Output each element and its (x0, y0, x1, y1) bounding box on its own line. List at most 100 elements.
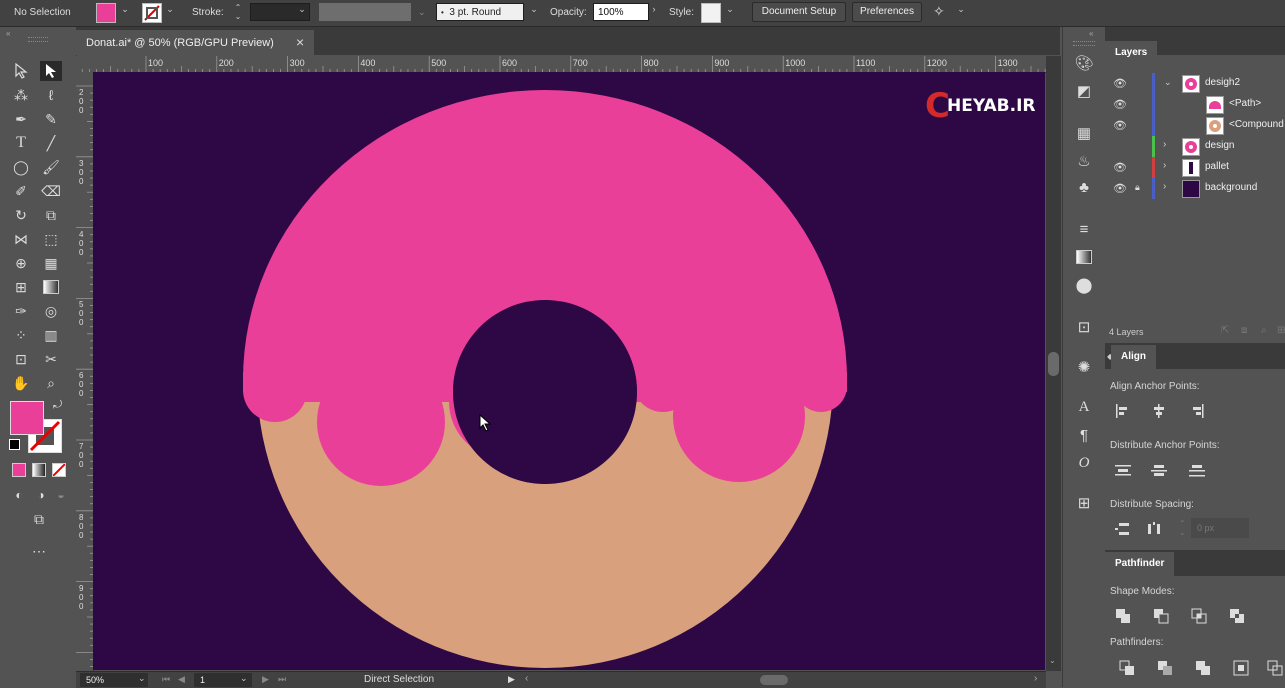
collapse-toggle-icon[interactable]: › (1163, 160, 1166, 171)
width-tool-icon[interactable]: ⋈ (10, 229, 32, 249)
brushes-panel-icon[interactable]: ♨ (1073, 151, 1095, 171)
lock-icon[interactable]: 🔒︎ (1135, 182, 1140, 193)
swap-fill-stroke-icon[interactable]: ⤾ (53, 399, 62, 412)
brush-dropdown-icon[interactable]: ⌄ (530, 5, 538, 14)
intersect-icon[interactable] (1189, 607, 1209, 625)
strip-grip[interactable] (1073, 41, 1095, 46)
visibility-eye-icon[interactable]: 👁︎ (1113, 77, 1127, 90)
close-tab-icon[interactable]: × (296, 34, 304, 50)
scrollbar-thumb[interactable] (1048, 352, 1059, 376)
zoom-tool-icon[interactable]: ⌕ (40, 373, 62, 393)
opentype-panel-icon[interactable]: O (1073, 453, 1095, 473)
collect-icon[interactable]: ⧈ (1241, 325, 1247, 336)
new-layer-icon[interactable]: ⊞ (1277, 325, 1285, 336)
symbols-panel-icon[interactable]: ♣ (1073, 177, 1095, 197)
crop-icon[interactable] (1231, 659, 1251, 677)
draw-normal-icon[interactable]: ◐ (8, 485, 30, 505)
align-center-icon[interactable] (1149, 402, 1169, 420)
visibility-eye-icon[interactable]: 👁︎ (1113, 182, 1127, 195)
layer-row[interactable]: 👁︎ › pallet (1105, 157, 1285, 178)
variable-width-profile[interactable] (319, 3, 411, 21)
color-guide-icon[interactable]: ◩ (1073, 81, 1095, 101)
perspective-grid-tool-icon[interactable]: ▦ (40, 253, 62, 273)
default-colors-icon[interactable] (9, 439, 20, 450)
shaper-tool-icon[interactable]: ✐ (10, 181, 32, 201)
unite-icon[interactable] (1113, 607, 1133, 625)
divide-icon[interactable] (1117, 659, 1137, 677)
arrange-documents-icon[interactable]: ✧ (933, 3, 945, 20)
stroke-dropdown-icon[interactable]: ⌄ (166, 5, 174, 14)
pen-tool-icon[interactable]: ✒ (10, 109, 32, 129)
rotate-tool-icon[interactable]: ↻ (10, 205, 32, 225)
layer-row[interactable]: 👁︎ 🔒︎ › background (1105, 178, 1285, 199)
layer-row[interactable]: 👁︎ <Compound (1105, 115, 1285, 136)
magic-wand-tool-icon[interactable]: ⁂ (10, 85, 32, 105)
expand-panels-icon[interactable]: « (1089, 29, 1093, 38)
ellipse-tool-icon[interactable]: ◯ (10, 157, 32, 177)
vertical-scrollbar[interactable]: ⌄ (1046, 56, 1061, 671)
selection-tool-icon[interactable] (10, 61, 32, 81)
fill-swatch[interactable] (96, 3, 116, 23)
last-artboard-icon[interactable]: ⏭ (278, 674, 286, 685)
spacing-stepper-icon[interactable]: ⌃ ⌄ (1179, 519, 1186, 537)
type-tool-icon[interactable]: T (10, 133, 32, 153)
scroll-right-icon[interactable]: › (1034, 673, 1037, 684)
document-setup-button[interactable]: Document Setup (752, 2, 846, 22)
visibility-eye-icon[interactable]: 👁︎ (1113, 98, 1127, 111)
brush-definition-field[interactable]: • 3 pt. Round (436, 3, 524, 21)
eyedropper-tool-icon[interactable]: ✑ (10, 301, 32, 321)
tab-align[interactable]: Align (1111, 345, 1156, 369)
gradient-panel-icon[interactable] (1073, 247, 1095, 267)
color-panel-icon[interactable]: 🎨︎ (1073, 53, 1095, 73)
merge-icon[interactable] (1193, 659, 1213, 677)
vertical-spacing-icon[interactable] (1113, 520, 1133, 538)
visibility-eye-icon[interactable]: 👁︎ (1113, 119, 1127, 132)
gradient-mode-icon[interactable] (32, 463, 46, 477)
layer-row[interactable]: › design (1105, 136, 1285, 157)
distribute-center-icon[interactable] (1149, 461, 1169, 479)
outline-icon[interactable] (1265, 659, 1285, 677)
tab-layers[interactable]: Layers (1105, 41, 1158, 65)
direct-selection-tool-icon[interactable] (40, 61, 62, 81)
stroke-swatch[interactable] (142, 3, 162, 23)
profile-dropdown-icon[interactable]: ⌄ (418, 3, 432, 21)
lasso-tool-icon[interactable]: ℓ (40, 85, 62, 105)
collapse-toggle-icon[interactable]: › (1163, 139, 1166, 150)
prev-artboard-icon[interactable]: ◀ (178, 674, 185, 685)
status-menu-icon[interactable]: ▶ (508, 674, 515, 685)
layer-row[interactable]: 👁︎ ⌄ desigh2 (1105, 73, 1285, 94)
edit-toolbar-icon[interactable]: ⋯ (28, 541, 50, 561)
collapse-toggle-icon[interactable]: › (1163, 181, 1166, 192)
horizontal-scrollbar-thumb[interactable] (760, 675, 788, 685)
expand-toggle-icon[interactable]: ⌄ (1164, 77, 1172, 88)
zoom-dropdown-icon[interactable]: ⌄ (138, 673, 146, 684)
opacity-input[interactable]: 100% (593, 3, 649, 21)
blend-tool-icon[interactable]: ◎ (40, 301, 62, 321)
visibility-eye-icon[interactable]: 👁︎ (1113, 161, 1127, 174)
layer-row[interactable]: 👁︎ <Path> (1105, 94, 1285, 115)
artboard-dropdown-icon[interactable]: ⌄ (240, 673, 248, 684)
stroke-stepper-icon[interactable]: ⌃ ⌄ (234, 3, 242, 21)
appearance-panel-icon[interactable]: ✺ (1073, 357, 1095, 377)
scale-tool-icon[interactable]: ⧉ (40, 205, 62, 225)
vertical-ruler[interactable]: 2 0 0 3 0 0 4 0 0 5 0 0 6 0 0 7 0 0 8 0 0 9 0 0 (76, 72, 94, 672)
scroll-down-icon[interactable]: ⌄ (1049, 656, 1056, 665)
preferences-button[interactable]: Preferences (852, 2, 922, 22)
style-dropdown-icon[interactable]: ⌄ (726, 5, 734, 14)
collapse-panel-icon[interactable]: « (6, 29, 10, 38)
swatches-panel-icon[interactable]: ▦ (1073, 123, 1095, 143)
none-mode-icon[interactable] (52, 463, 66, 477)
transparency-panel-icon[interactable]: ⬤ (1073, 275, 1095, 295)
gradient-tool-icon[interactable] (40, 277, 62, 297)
exclude-icon[interactable] (1227, 607, 1247, 625)
slice-tool-icon[interactable]: ✂ (40, 349, 62, 369)
stroke-weight-dropdown-icon[interactable]: ⌄ (298, 5, 306, 14)
align-left-icon[interactable] (1113, 402, 1133, 420)
align-right-icon[interactable] (1187, 402, 1207, 420)
column-graph-tool-icon[interactable]: ▥ (40, 325, 62, 345)
scroll-left-icon[interactable]: ‹ (525, 673, 528, 684)
symbol-sprayer-tool-icon[interactable]: ⁘ (10, 325, 32, 345)
free-transform-tool-icon[interactable]: ⬚ (40, 229, 62, 249)
minus-front-icon[interactable] (1151, 607, 1171, 625)
draw-behind-icon[interactable]: ◑ (30, 485, 52, 505)
